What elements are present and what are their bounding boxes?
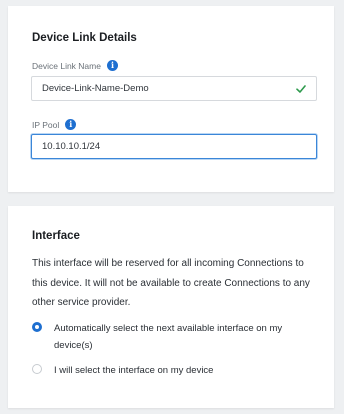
info-icon[interactable]: i [65, 119, 77, 130]
radio-button-selected[interactable] [32, 322, 42, 332]
radio-option-auto[interactable]: Automatically select the next available … [32, 320, 304, 354]
radio-option-manual[interactable]: I will select the interface on my device [32, 362, 304, 379]
radio-option-label[interactable]: Automatically select the next available … [54, 320, 304, 354]
ip-pool-label-row: IP Pool i [32, 119, 77, 130]
device-link-name-value: Device-Link-Name-Demo [42, 83, 149, 94]
ip-pool-input[interactable]: 10.10.10.1/24 [31, 134, 317, 159]
info-icon[interactable]: i [106, 60, 118, 71]
interface-description: This interface will be reserved for all … [32, 258, 310, 308]
ip-pool-label: IP Pool [32, 119, 60, 130]
check-icon [296, 85, 306, 93]
interface-title: Interface [32, 230, 80, 242]
interface-card: Interface This interface will be reserve… [8, 206, 334, 408]
device-link-details-card: Device Link Details Device Link Name i D… [8, 6, 334, 192]
radio-button-unselected[interactable] [32, 364, 42, 374]
device-link-name-label-row: Device Link Name i [32, 60, 118, 71]
device-link-name-label: Device Link Name [32, 60, 101, 71]
radio-option-label[interactable]: I will select the interface on my device [54, 362, 304, 379]
device-link-details-title: Device Link Details [32, 32, 137, 44]
ip-pool-value: 10.10.10.1/24 [42, 141, 101, 152]
device-link-name-input[interactable]: Device-Link-Name-Demo [31, 76, 317, 101]
